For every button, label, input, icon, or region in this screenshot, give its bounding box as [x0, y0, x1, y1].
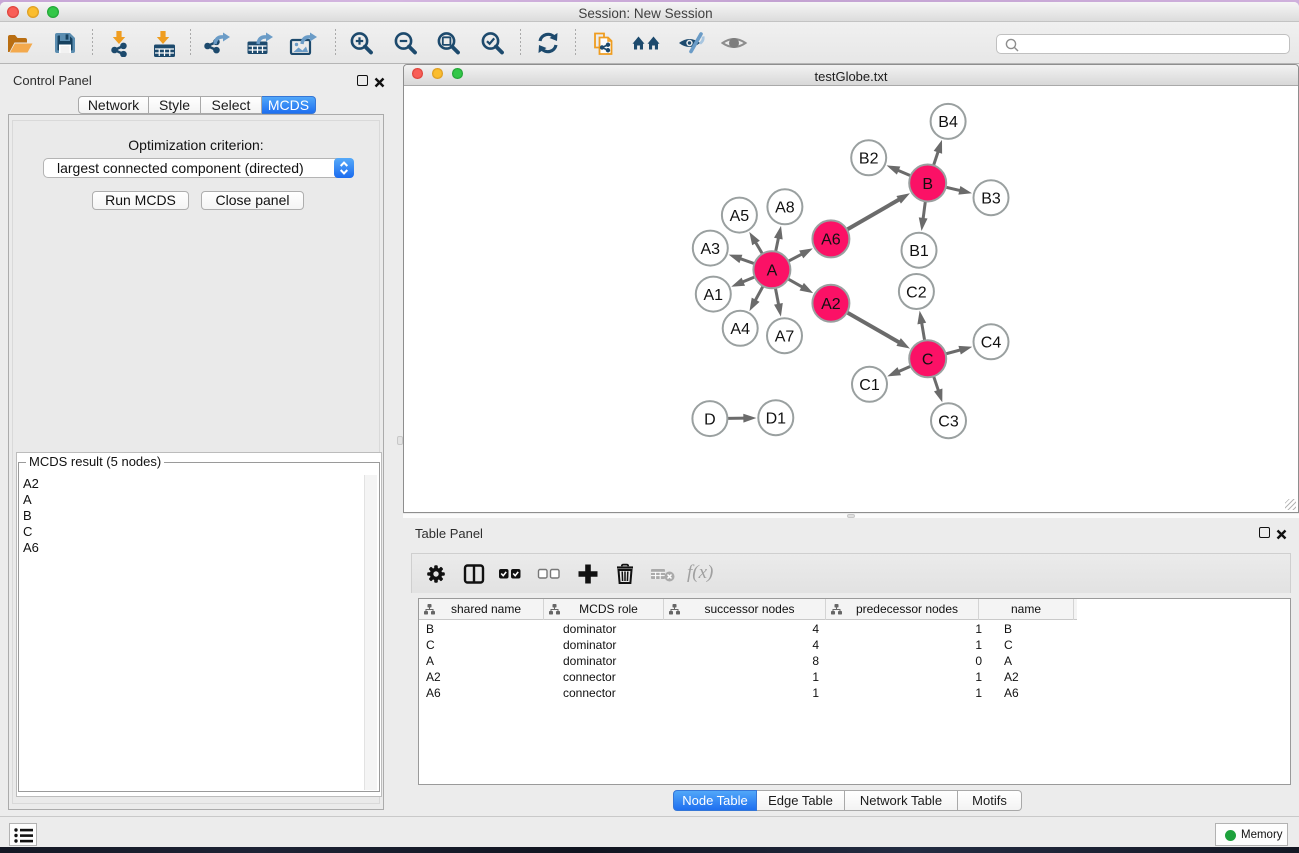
svg-text:C2: C2: [906, 284, 927, 301]
svg-text:D1: D1: [766, 411, 787, 428]
svg-text:C1: C1: [859, 377, 880, 394]
svg-text:B4: B4: [938, 114, 958, 131]
svg-text:C3: C3: [938, 414, 959, 431]
svg-text:A2: A2: [821, 296, 841, 313]
svg-text:C: C: [922, 352, 934, 369]
svg-text:A4: A4: [730, 321, 750, 338]
svg-text:A5: A5: [730, 208, 750, 225]
svg-text:B3: B3: [981, 191, 1001, 208]
svg-text:B: B: [922, 176, 933, 193]
svg-text:A3: A3: [701, 241, 721, 258]
svg-text:A7: A7: [775, 329, 795, 346]
svg-text:A6: A6: [821, 232, 841, 249]
svg-text:B1: B1: [909, 243, 929, 260]
svg-text:A: A: [767, 263, 778, 280]
svg-text:D: D: [704, 411, 716, 428]
svg-text:C4: C4: [981, 335, 1002, 352]
svg-text:A8: A8: [775, 200, 795, 217]
svg-text:A1: A1: [704, 287, 724, 304]
svg-text:B2: B2: [859, 151, 879, 168]
